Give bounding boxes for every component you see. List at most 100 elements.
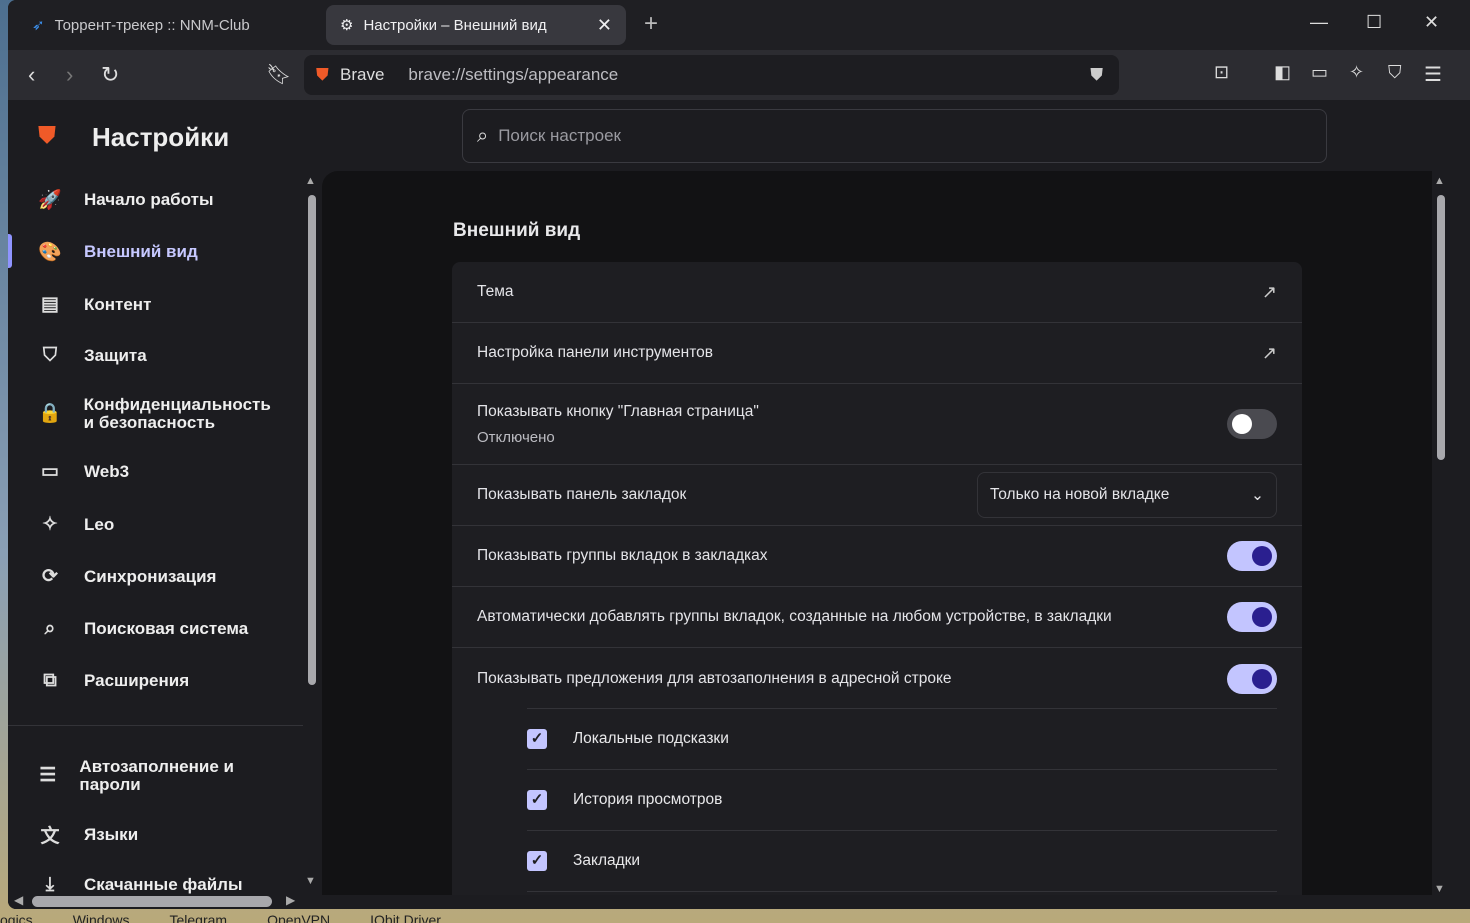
sidebar-item-label: Автозаполнение и пароли <box>79 758 258 794</box>
sidebar-item-label: Web3 <box>84 462 129 482</box>
sidebar-item-privacy[interactable]: 🔒Конфиденциальность и безопасность <box>38 396 278 432</box>
appearance-card: Тема↗ Настройка панели инструментов ↗ Пок… <box>452 262 1302 895</box>
checkbox-checked-icon[interactable]: ✓ <box>527 790 547 810</box>
menu-icon[interactable]: ☰ <box>1424 62 1442 87</box>
brave-label: Brave <box>340 65 384 85</box>
list-icon: ☰ <box>38 767 57 785</box>
desktop-label[interactable]: OpenVPN <box>267 909 330 923</box>
sidebar-item-appearance[interactable]: 🎨 Внешний вид <box>38 240 198 264</box>
reload-button[interactable]: ↻ <box>101 62 119 88</box>
autocomplete-toggle[interactable] <box>1227 664 1277 694</box>
row-label: Показывать группы вкладок в закладках <box>477 547 768 565</box>
select-value: Только на новой вкладке <box>990 486 1169 504</box>
sidebar-scrollbar[interactable]: ▲▼ <box>305 175 319 887</box>
checkbox-label: Локальные подсказки <box>573 730 729 748</box>
sidebar-item-label: Внешний вид <box>84 242 198 262</box>
sidebar-item-label: Контент <box>84 295 151 315</box>
sidebar-item-web3[interactable]: ▭Web3 <box>38 460 129 483</box>
sidebar-item-sync[interactable]: ⟳Синхронизация <box>38 565 216 588</box>
search-icon: ⌕ <box>38 618 62 640</box>
new-tab-button[interactable]: + <box>644 10 658 38</box>
shield-icon: ⛉ <box>38 345 62 367</box>
auto-add-tab-groups-row: Автоматически добавлять группы вкладок, … <box>452 587 1302 648</box>
sync-icon: ⟳ <box>38 565 62 588</box>
sidebar-item-search-engine[interactable]: ⌕ Поисковая система <box>38 618 248 640</box>
bookmark-icon[interactable]: 🔖︎ <box>266 62 291 87</box>
sidebar-item-label: Скачанные файлы <box>84 875 242 895</box>
back-button[interactable]: ‹ <box>28 62 35 88</box>
desktop-label[interactable]: Windows <box>73 909 130 923</box>
tab-groups-toggle[interactable] <box>1227 541 1277 571</box>
browser-window: ➶Торрент-трекер :: NNM-Club ⚙Настройки –… <box>8 0 1470 909</box>
translate-icon: 文 <box>38 821 62 848</box>
desktop-label[interactable]: Telegram <box>169 909 227 923</box>
sidebar-item-languages[interactable]: 文 Языки <box>38 821 138 848</box>
puzzle-icon: ⧉ <box>38 670 62 692</box>
brave-logo-icon: ⛊ <box>38 122 56 150</box>
rocket-icon: 🚀 <box>38 188 62 212</box>
desktop-label[interactable]: IObit Driver <box>370 909 441 923</box>
sidebar-item-downloads[interactable]: ⤓ Скачанные файлы <box>38 874 242 896</box>
sidebar-item-label: Защита <box>84 346 147 366</box>
url-text[interactable]: brave://settings/appearance <box>408 65 618 85</box>
search-placeholder: Поиск настроек <box>498 126 621 146</box>
sidebar-item-extensions[interactable]: ⧉Расширения <box>38 670 189 692</box>
leo-icon[interactable]: ✧ <box>1349 62 1364 83</box>
palette-icon: 🎨 <box>38 240 62 264</box>
sidebar-item-content[interactable]: ▤ Контент <box>38 293 151 316</box>
local-suggestions-row[interactable]: ✓ Локальные подсказки <box>527 709 1277 770</box>
home-button-row: Показывать кнопку "Главная страница" Откл… <box>452 384 1302 465</box>
checkbox-label: История просмотров <box>573 791 722 809</box>
search-icon: ⌕ <box>477 125 488 148</box>
sidebar-item-autofill[interactable]: ☰ Автозаполнение и пароли <box>38 758 258 794</box>
auto-add-tab-groups-toggle[interactable] <box>1227 602 1277 632</box>
active-indicator <box>8 234 12 268</box>
tab-nnm[interactable]: ➶Торрент-трекер :: NNM-Club <box>18 5 318 45</box>
autocomplete-row: Показывать предложения для автозаполнени… <box>452 648 1302 709</box>
maximize-button[interactable]: ☐ <box>1366 12 1382 33</box>
toolbar-customize-row[interactable]: Настройка панели инструментов ↗ <box>452 323 1302 384</box>
bookmarks-bar-select[interactable]: Только на новой вкладке⌄ <box>977 472 1277 518</box>
external-link-icon[interactable]: ↗ <box>1262 343 1277 364</box>
address-bar[interactable]: ⛊ Brave brave://settings/appearance ⛊ <box>304 55 1119 95</box>
bookmarks-bar-row: Показывать панель закладок Только на ново… <box>452 465 1302 526</box>
forward-button[interactable]: › <box>66 62 73 88</box>
checkbox-checked-icon[interactable]: ✓ <box>527 729 547 749</box>
row-sublabel: Отключено <box>477 429 759 446</box>
main-scrollbar[interactable]: ▲▼ <box>1434 175 1448 895</box>
wallet-icon[interactable]: ▭ <box>1311 62 1328 83</box>
sidebar-item-label: Поисковая система <box>84 619 248 639</box>
sidebar-item-shields[interactable]: ⛉ Защита <box>38 345 147 367</box>
brave-shield-icon: ⛊ <box>316 65 329 85</box>
close-window-button[interactable]: ✕ <box>1424 12 1439 33</box>
tab-search-icon[interactable]: ⊡ <box>1214 62 1229 83</box>
download-icon: ⤓ <box>38 874 62 896</box>
sidebar-item-get-started[interactable]: 🚀Начало работы <box>38 188 213 212</box>
bookmarks-row[interactable]: ✓Закладки <box>527 831 1277 892</box>
content-icon: ▤ <box>38 293 62 316</box>
minimize-button[interactable]: — <box>1310 12 1328 33</box>
row-label: Настройка панели инструментов <box>477 344 713 362</box>
external-link-icon[interactable]: ↗ <box>1262 282 1277 303</box>
row-label: Автоматически добавлять группы вкладок, … <box>477 608 1112 626</box>
search-settings-input[interactable]: ⌕ Поиск настроек <box>462 109 1327 163</box>
tab-settings[interactable]: ⚙Настройки – Внешний вид✕ <box>326 5 626 45</box>
tab-title: Настройки – Внешний вид <box>363 17 546 34</box>
home-button-toggle[interactable] <box>1227 409 1277 439</box>
main-panel: Внешний вид Тема↗ Настройка панели инстр… <box>322 171 1432 895</box>
sidebar-item-label: Языки <box>84 825 138 845</box>
row-label: Показывать панель закладок <box>477 486 686 504</box>
theme-row[interactable]: Тема↗ <box>452 262 1302 323</box>
vpn-icon[interactable]: ⛉ <box>1388 62 1402 83</box>
history-row[interactable]: ✓ История просмотров <box>527 770 1277 831</box>
brave-shields-button[interactable]: ⛊ <box>1090 65 1103 85</box>
sidebar-icon[interactable]: ◧ <box>1274 62 1291 83</box>
checkbox-checked-icon[interactable]: ✓ <box>527 851 547 871</box>
close-tab-icon[interactable]: ✕ <box>597 15 612 36</box>
sidebar-item-leo[interactable]: ✧Leo <box>38 513 114 536</box>
sidebar-horizontal-scrollbar[interactable]: ◀▶ <box>8 895 303 909</box>
section-title: Внешний вид <box>453 220 580 242</box>
row-label: Показывать кнопку "Главная страница" <box>477 403 759 421</box>
desktop-label[interactable]: ogics <box>0 909 33 923</box>
sidebar-item-label: Конфиденциальность и безопасность <box>84 396 278 432</box>
